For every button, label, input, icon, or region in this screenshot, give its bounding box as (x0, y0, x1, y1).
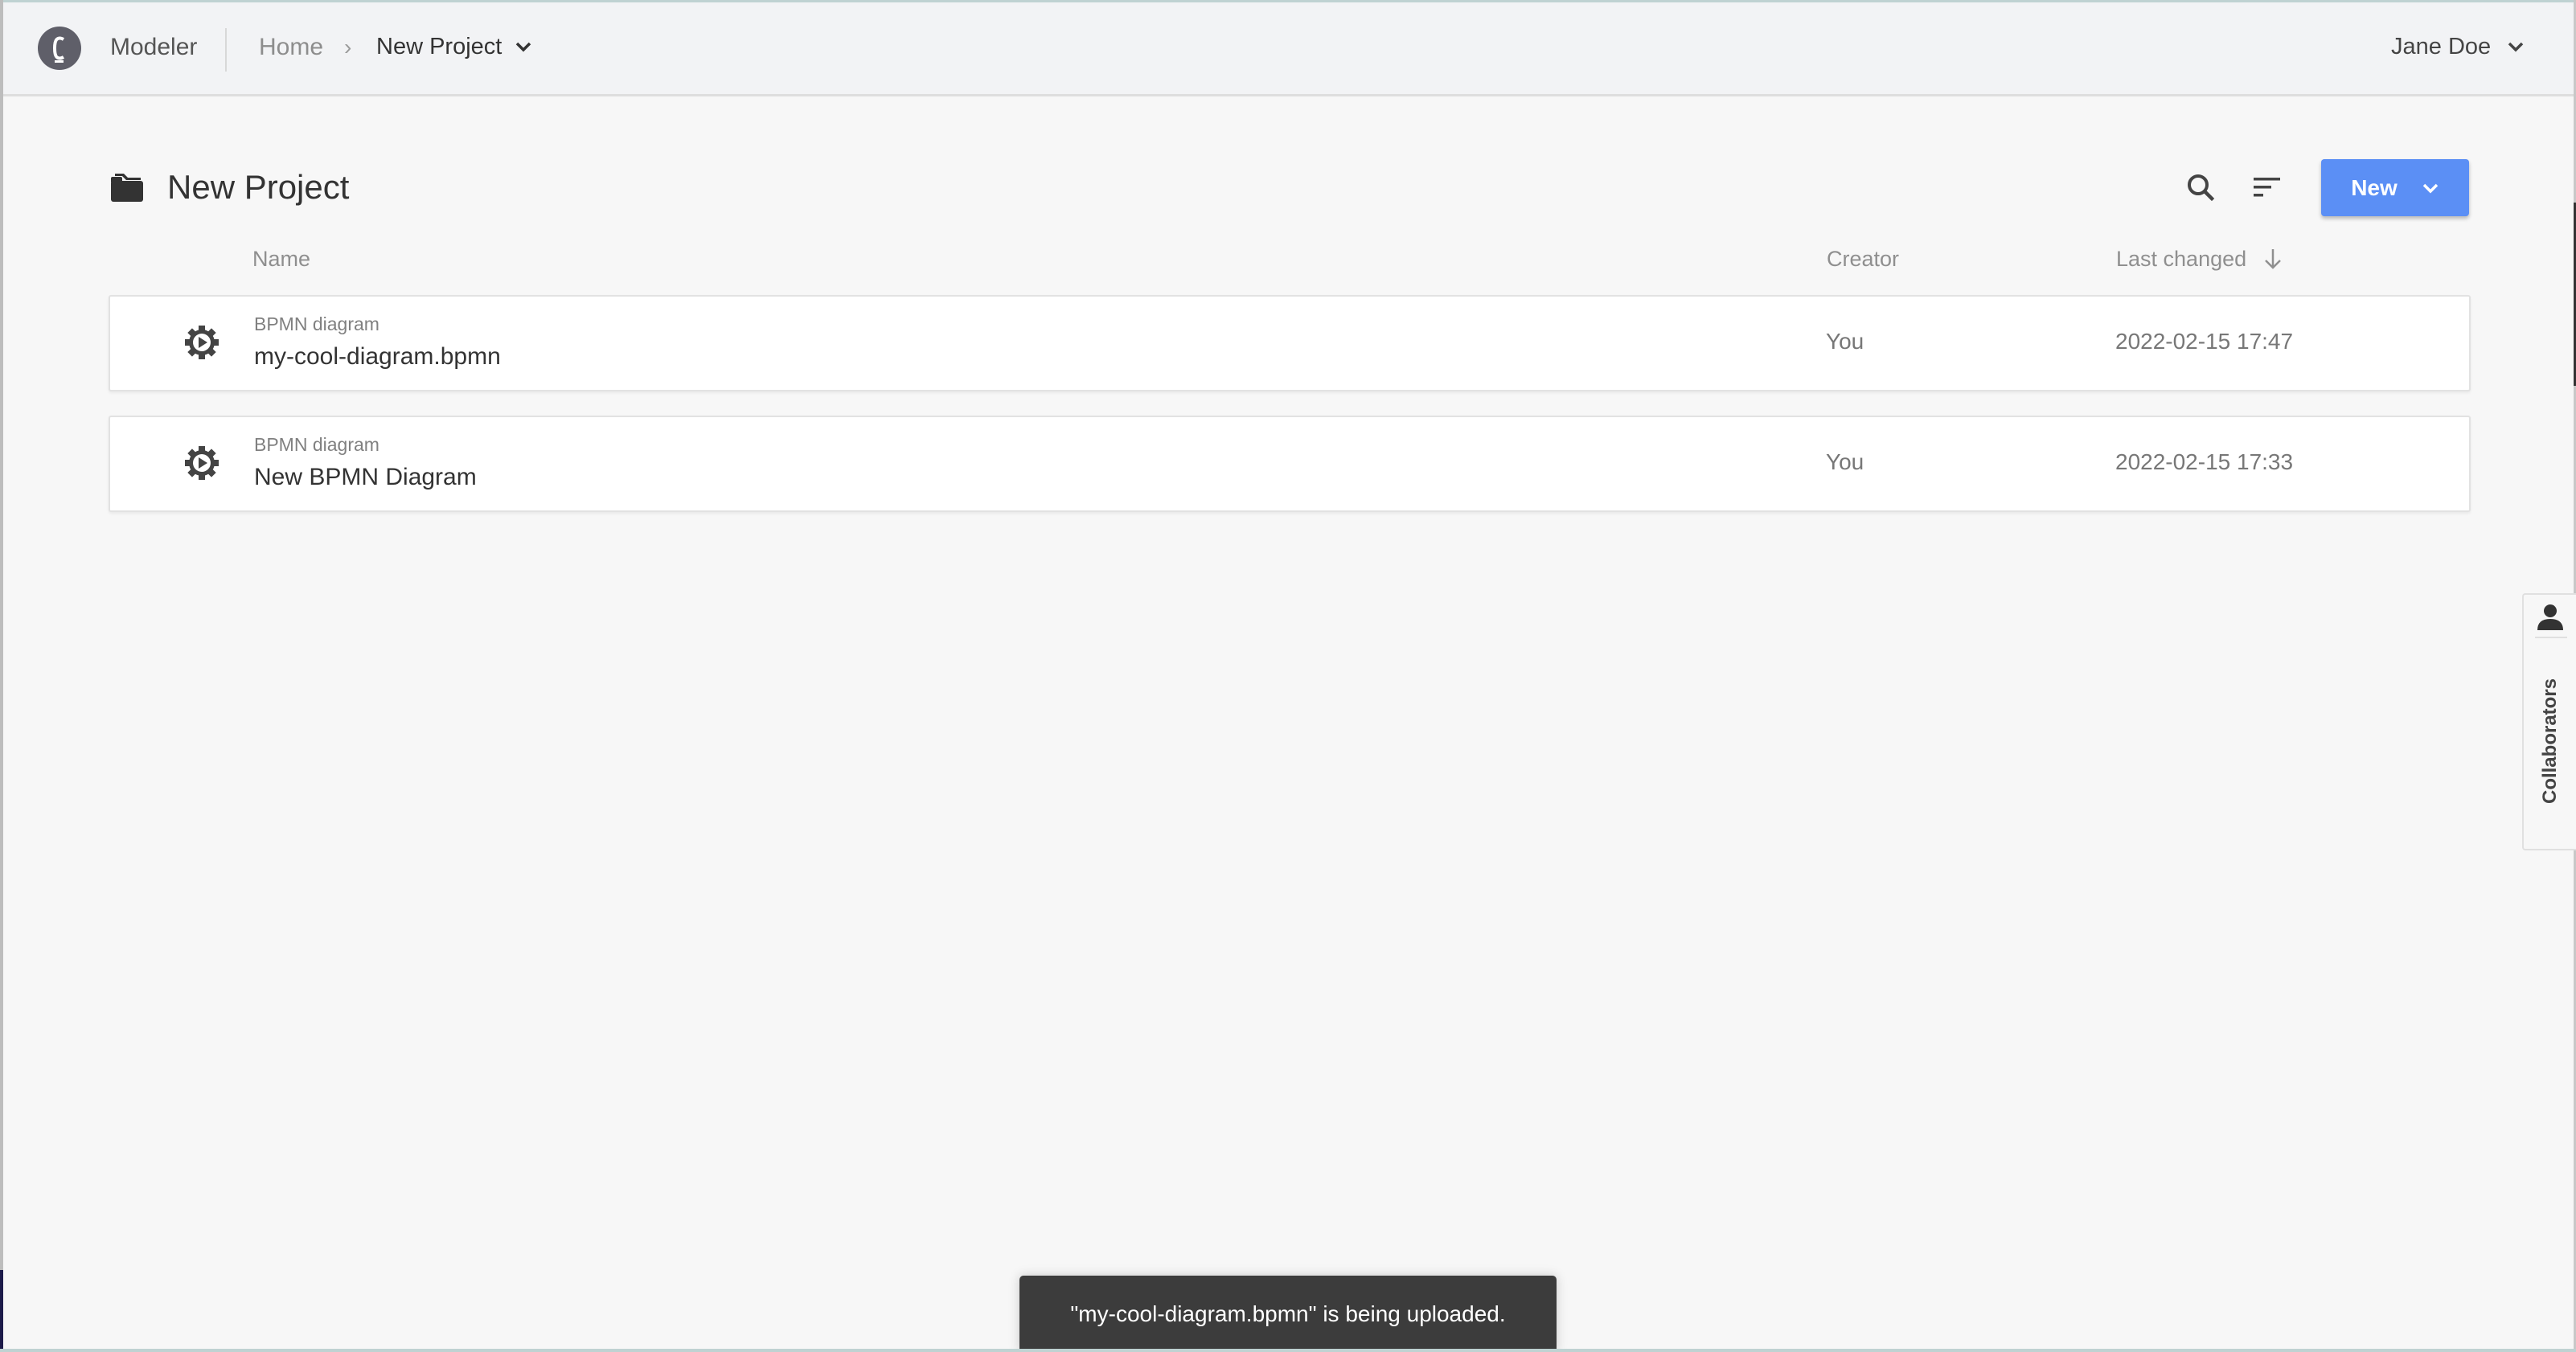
breadcrumb-current-project[interactable]: New Project (376, 31, 532, 62)
new-button-label: New (2351, 174, 2398, 200)
bpmn-diagram-icon (185, 446, 219, 480)
column-header-last-changed[interactable]: Last changed (2116, 244, 2282, 273)
app-window: Modeler Home › New Project Jane Doe New … (0, 0, 2576, 1352)
chevron-down-icon (2422, 183, 2439, 193)
breadcrumb-separator: › (344, 35, 352, 59)
breadcrumb-current-label: New Project (376, 34, 502, 59)
window-left-edge (0, 0, 3, 1352)
upload-notification-toast: "my-cool-diagram.bpmn" is being uploaded… (1019, 1276, 1557, 1352)
user-menu[interactable]: Jane Doe (2391, 31, 2525, 62)
search-icon[interactable] (2184, 171, 2217, 203)
desktop-background-edge (0, 1270, 3, 1352)
collaborators-tab-label: Collaborators (2539, 678, 2561, 805)
row-last-changed: 2022-02-15 17:33 (2115, 449, 2294, 474)
chevron-down-icon (516, 42, 531, 52)
row-creator: You (1826, 449, 1864, 474)
bpmn-diagram-icon (185, 326, 219, 359)
top-navbar: Modeler Home › New Project Jane Doe (3, 2, 2574, 96)
breadcrumb-home[interactable]: Home (259, 33, 323, 62)
row-name[interactable]: my-cool-diagram.bpmn (254, 342, 501, 372)
app-name[interactable]: Modeler (110, 33, 197, 62)
column-header-last-changed-label: Last changed (2116, 247, 2247, 271)
column-header-creator[interactable]: Creator (1827, 244, 1899, 273)
page-title: New Project (167, 168, 350, 206)
window-bottom-border (0, 1349, 2576, 1352)
row-type: BPMN diagram (254, 313, 379, 334)
table-row[interactable]: BPMN diagram New BPMN Diagram You 2022-0… (109, 416, 2471, 512)
collaborators-tab-divider (2535, 637, 2567, 638)
column-header-name[interactable]: Name (252, 244, 310, 273)
toast-message: "my-cool-diagram.bpmn" is being uploaded… (1070, 1301, 1506, 1326)
folder-icon (111, 174, 143, 202)
row-last-changed: 2022-02-15 17:47 (2115, 329, 2294, 354)
header-divider (225, 28, 227, 72)
row-name[interactable]: New BPMN Diagram (254, 462, 477, 493)
person-icon (2537, 604, 2563, 630)
collaborators-tab[interactable]: Collaborators (2522, 593, 2576, 850)
sort-icon[interactable] (2251, 171, 2283, 203)
chevron-down-icon (2508, 42, 2524, 52)
user-name: Jane Doe (2391, 34, 2492, 59)
camunda-logo-icon[interactable] (38, 27, 81, 70)
table-row[interactable]: BPMN diagram my-cool-diagram.bpmn You 20… (109, 295, 2471, 391)
arrow-down-icon (2265, 249, 2282, 269)
row-type: BPMN diagram (254, 434, 379, 455)
row-creator: You (1826, 329, 1864, 354)
new-button[interactable]: New (2321, 159, 2469, 216)
